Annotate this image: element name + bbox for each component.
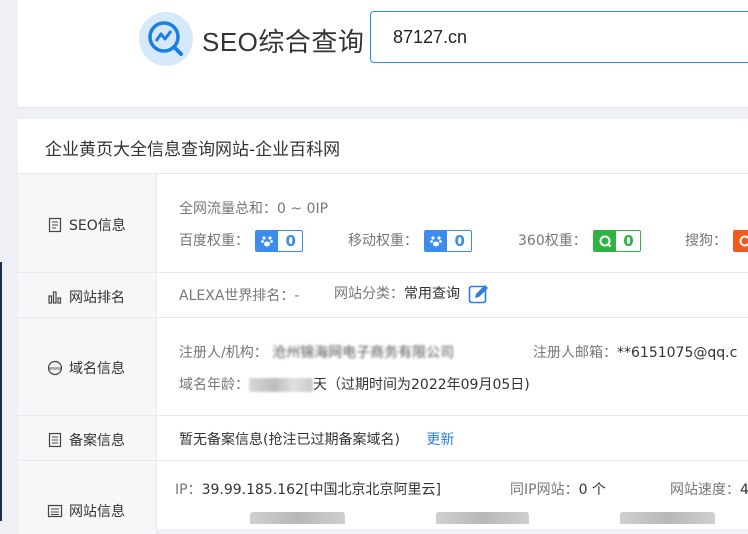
s360-weight-value: 0 — [623, 232, 634, 250]
mobile-weight: 移动权重： 0 — [348, 230, 472, 252]
traffic-total: 全网流量总和：0 ~ 0IP — [179, 198, 328, 218]
baidu-weight-label: 百度权重： — [179, 233, 249, 249]
badge-image — [620, 512, 715, 524]
badge-image — [436, 512, 529, 524]
logo-icon — [139, 12, 193, 66]
baidu-weight-badge[interactable]: 0 — [255, 230, 303, 252]
icp-value: 暂无备案信息(抢注已过期备案域名) — [179, 432, 400, 448]
seo-overview-card: 企业黄页大全信息查询网站-企业百科网 SEO信息 全网流量总和：0 ~ 0IP … — [18, 119, 748, 534]
www-icon: www — [47, 360, 63, 376]
domain-age-redacted — [249, 378, 313, 392]
row-label-text: 网站信息 — [69, 504, 125, 520]
edit-icon[interactable] — [468, 283, 490, 305]
registrant-value-wrap: 沧州锦海网电子商务有限公司 — [272, 342, 454, 362]
s360-weight: 360权重： 0 — [518, 230, 641, 252]
svg-text:www: www — [49, 366, 61, 372]
document-icon — [48, 217, 62, 233]
site-ip: IP：39.99.185.162[中国北京北京阿里云] — [175, 479, 441, 499]
traffic-value: 0 ~ 0IP — [277, 201, 329, 217]
site-category: 网站分类：常用查询 — [334, 283, 490, 305]
sogou-weight-badge[interactable] — [733, 230, 748, 252]
window-edge — [0, 262, 2, 521]
icp-info: 暂无备案信息(抢注已过期备案域名) 更新 — [179, 429, 454, 449]
baidu-paw-icon — [425, 231, 448, 251]
badge-image — [250, 512, 345, 524]
email-value: **6151075@qq.c — [617, 345, 738, 361]
speed-value: 4 — [740, 482, 748, 498]
mobile-weight-badge[interactable]: 0 — [424, 230, 472, 252]
search-input-value[interactable]: 87127.cn — [393, 27, 467, 48]
alexa-rank: ALEXA世界排名：- — [179, 285, 299, 305]
same-ip-sites: 同IP网站：0 个 — [510, 479, 606, 499]
site-title: 企业黄页大全信息查询网站-企业百科网 — [45, 140, 341, 160]
speed-label: 网站速度： — [670, 482, 740, 498]
row-label-text: 网站排名 — [69, 290, 125, 306]
logo-title: SEO综合查询 — [202, 27, 365, 57]
same-ip-label: 同IP网站： — [510, 482, 579, 498]
mobile-weight-label: 移动权重： — [348, 233, 418, 249]
domain-age-label: 域名年龄： — [179, 377, 249, 393]
mobile-weight-value: 0 — [454, 232, 465, 250]
alexa-rank-label: ALEXA世界排名： — [179, 288, 295, 304]
divider — [18, 317, 748, 318]
domain-age: 域名年龄： 天（过期时间为2022年09月05日) — [179, 374, 530, 394]
search-input[interactable]: 87127.cn — [370, 11, 748, 63]
baidu-paw-icon — [256, 231, 279, 251]
row-label-icp: 备案信息 — [47, 430, 125, 450]
sogou-icon — [734, 231, 748, 251]
row-label-site: 网站信息 — [47, 501, 125, 521]
traffic-label: 全网流量总和： — [179, 201, 277, 217]
bar-chart-icon — [48, 291, 62, 304]
row-label-seo: SEO信息 — [47, 215, 126, 235]
baidu-weight: 百度权重： 0 — [179, 230, 303, 252]
divider — [18, 272, 748, 273]
email-label: 注册人邮箱： — [533, 345, 617, 361]
row-label-text: 域名信息 — [69, 361, 125, 377]
site-category-label: 网站分类： — [334, 286, 404, 302]
s360-weight-badge[interactable]: 0 — [593, 230, 641, 252]
sogou-weight: 搜狗： — [685, 230, 748, 252]
site-category-value: 常用查询 — [404, 286, 460, 302]
alexa-rank-value: - — [294, 288, 300, 304]
divider — [18, 460, 748, 461]
ip-value: 39.99.185.162[中国北京北京阿里云] — [201, 482, 441, 498]
sogou-weight-label: 搜狗： — [685, 233, 727, 249]
s360-icon — [594, 231, 617, 251]
baidu-weight-value: 0 — [285, 232, 296, 250]
registrant-label: 注册人/机构： — [179, 345, 268, 361]
site-speed: 网站速度：4 — [670, 479, 748, 499]
icp-update-link[interactable]: 更新 — [426, 432, 454, 448]
divider — [18, 415, 748, 416]
row-label-domain: www 域名信息 — [47, 358, 125, 378]
record-icon — [48, 432, 62, 448]
row-label-text: 备案信息 — [69, 433, 125, 449]
registrant-value: 沧州锦海网电子商务有限公司 — [272, 345, 455, 361]
registrant: 注册人/机构： 沧州锦海网电子商务有限公司 — [179, 342, 454, 362]
registrant-email: 注册人邮箱：**6151075@qq.c — [533, 342, 737, 362]
search-header: SEO综合查询 87127.cn — [18, 0, 748, 108]
domain-age-suffix: 天（过期时间为2022年09月05日) — [313, 377, 530, 393]
ip-label: IP： — [175, 482, 202, 498]
row-label-text: SEO信息 — [69, 218, 126, 234]
same-ip-value: 0 个 — [578, 482, 606, 498]
row-label-rank: 网站排名 — [47, 287, 125, 307]
list-icon — [47, 504, 63, 518]
s360-weight-label: 360权重： — [518, 233, 587, 249]
